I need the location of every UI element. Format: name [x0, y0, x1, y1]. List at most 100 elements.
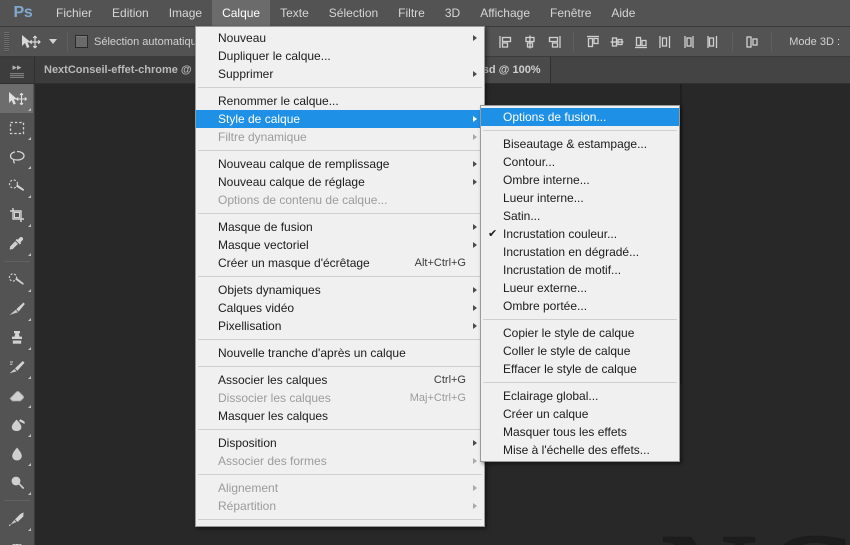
menu-item-satin[interactable]: Satin... — [481, 207, 679, 225]
grip-icon — [10, 72, 24, 78]
menubar-item-calque[interactable]: Calque — [212, 0, 271, 27]
menu-item-copier-le-style-de-calque[interactable]: Copier le style de calque — [481, 324, 679, 342]
menu-item-label: Créer un calque — [503, 407, 589, 421]
menu-item-mise-à-l-échelle-des-effets[interactable]: Mise à l'échelle des effets... — [481, 441, 679, 459]
menu-item-calques-vidéo[interactable]: Calques vidéo — [196, 299, 484, 317]
submenu-arrow-icon — [473, 35, 477, 41]
clone-stamp-tool[interactable] — [0, 323, 33, 352]
align-right-edges-icon[interactable] — [543, 31, 565, 53]
menu-item-label: Options de fusion... — [503, 110, 607, 124]
align-top-edges-icon[interactable] — [582, 31, 604, 53]
move-tool-icon[interactable] — [12, 27, 46, 57]
menubar-item-affichage[interactable]: Affichage — [470, 0, 540, 27]
quick-selection-tool[interactable] — [0, 171, 33, 200]
menubar-item-edition[interactable]: Edition — [102, 0, 159, 27]
menu-item-label: Masque vectoriel — [218, 238, 309, 252]
menu-item-masque-de-fusion[interactable]: Masque de fusion — [196, 218, 484, 236]
submenu-arrow-icon — [473, 71, 477, 77]
pen-tool[interactable] — [0, 504, 33, 533]
menu-item-disposition[interactable]: Disposition — [196, 434, 484, 452]
tool-preset-chevron-down-icon[interactable] — [46, 27, 60, 57]
menu-item-dupliquer-le-calque[interactable]: Dupliquer le calque... — [196, 47, 484, 65]
menu-item-label: Lueur interne... — [503, 191, 584, 205]
menu-item-label: Incrustation de motif... — [503, 263, 622, 277]
align-horizontal-centers-icon[interactable] — [519, 31, 541, 53]
distribute-right-icon[interactable] — [702, 31, 724, 53]
menu-item-incrustation-de-motif[interactable]: Incrustation de motif... — [481, 261, 679, 279]
menu-item-pixellisation[interactable]: Pixellisation — [196, 317, 484, 335]
menu-calque-dropdown[interactable]: Nouveau Dupliquer le calque... Supprimer Re… — [195, 26, 485, 527]
menu-item-créer-un-masque-d-écrêtage[interactable]: Créer un masque d'écrêtage Alt+Ctrl+G — [196, 254, 484, 272]
align-vertical-centers-icon[interactable] — [606, 31, 628, 53]
menu-item-dissocier-les-calques: Dissocier les calques Maj+Ctrl+G — [196, 389, 484, 407]
move-tool[interactable] — [0, 84, 33, 113]
menu-item-nouveau[interactable]: Nouveau — [196, 29, 484, 47]
menu-item-style-de-calque[interactable]: Style de calque — [196, 110, 484, 128]
menu-item-label: Contour... — [503, 155, 556, 169]
spot-healing-brush-tool[interactable] — [0, 265, 33, 294]
auto-select-checkbox[interactable] — [75, 35, 88, 48]
menu-item-renommer-le-calque[interactable]: Renommer le calque... — [196, 92, 484, 110]
align-bottom-edges-icon[interactable] — [630, 31, 652, 53]
menu-item-eclairage-global[interactable]: Eclairage global... — [481, 387, 679, 405]
align-left-edges-icon[interactable] — [495, 31, 517, 53]
eyedropper-tool[interactable] — [0, 229, 33, 258]
menu-item-incrustation-en-dégradé[interactable]: Incrustation en dégradé... — [481, 243, 679, 261]
menu-item-nouveau-calque-de-réglage[interactable]: Nouveau calque de réglage — [196, 173, 484, 191]
panel-collapse-button[interactable]: ▸▸ — [0, 57, 35, 83]
menu-item-contour[interactable]: Contour... — [481, 153, 679, 171]
menu-item-shortcut: Maj+Ctrl+G — [409, 392, 466, 404]
menu-item-coller-le-style-de-calque[interactable]: Coller le style de calque — [481, 342, 679, 360]
menu-item-masque-vectoriel[interactable]: Masque vectoriel — [196, 236, 484, 254]
distribute-center-icon[interactable] — [678, 31, 700, 53]
brush-tool[interactable] — [0, 294, 33, 323]
lasso-tool[interactable] — [0, 142, 33, 171]
menu-item-label: Créer un masque d'écrêtage — [218, 256, 370, 270]
menu-item-lueur-interne[interactable]: Lueur interne... — [481, 189, 679, 207]
menu-item-nouveau-calque-de-remplissage[interactable]: Nouveau calque de remplissage — [196, 155, 484, 173]
menu-separator — [198, 87, 482, 88]
menubar-item-image[interactable]: Image — [159, 0, 212, 27]
menubar-item-filtre[interactable]: Filtre — [388, 0, 435, 27]
menu-item-masquer-les-calques[interactable]: Masquer les calques — [196, 407, 484, 425]
menu-item-masquer-tous-les-effets[interactable]: Masquer tous les effets — [481, 423, 679, 441]
menu-separator — [198, 339, 482, 340]
menubar-item-3d[interactable]: 3D — [435, 0, 470, 27]
menu-item-objets-dynamiques[interactable]: Objets dynamiques — [196, 281, 484, 299]
menu-item-biseautage-estampage[interactable]: Biseautage & estampage... — [481, 135, 679, 153]
menu-item-shortcut: Alt+Ctrl+G — [414, 257, 466, 269]
menubar-item-aide[interactable]: Aide — [601, 0, 645, 27]
rectangular-marquee-tool[interactable] — [0, 113, 33, 142]
menu-item-effacer-le-style-de-calque[interactable]: Effacer le style de calque — [481, 360, 679, 378]
menu-item-associer-les-calques[interactable]: Associer les calques Ctrl+G — [196, 371, 484, 389]
distribute-spacing-icon[interactable] — [741, 31, 763, 53]
menubar-item-s-lection[interactable]: Sélection — [319, 0, 388, 27]
menu-item-lueur-externe[interactable]: Lueur externe... — [481, 279, 679, 297]
blur-tool[interactable] — [0, 439, 33, 468]
submenu-arrow-icon — [473, 242, 477, 248]
menu-item-ombre-portée[interactable]: Ombre portée... — [481, 297, 679, 315]
menu-item-incrustation-couleur[interactable]: ✔ Incrustation couleur... — [481, 225, 679, 243]
menu-item-supprimer[interactable]: Supprimer — [196, 65, 484, 83]
gradient-tool[interactable] — [0, 410, 33, 439]
menu-item-ombre-interne[interactable]: Ombre interne... — [481, 171, 679, 189]
eraser-tool[interactable] — [0, 381, 33, 410]
menubar-item-texte[interactable]: Texte — [270, 0, 319, 27]
menu-item-nouvelle-tranche-d-après-un-calque[interactable]: Nouvelle tranche d'après un calque — [196, 344, 484, 362]
menubar-item-fen-tre[interactable]: Fenêtre — [540, 0, 601, 27]
menu-item-label: Nouveau calque de remplissage — [218, 157, 390, 171]
menu-separator — [198, 213, 482, 214]
submenu-arrow-icon — [473, 134, 477, 140]
dodge-tool[interactable] — [0, 468, 33, 497]
crop-tool[interactable] — [0, 200, 33, 229]
history-brush-tool[interactable] — [0, 352, 33, 381]
type-tool[interactable]: T — [0, 533, 33, 545]
menu-item-label: Nouveau — [218, 31, 267, 45]
menubar-item-fichier[interactable]: Fichier — [46, 0, 102, 27]
menu-separator — [198, 366, 482, 367]
menu-style-de-calque-submenu[interactable]: Options de fusion... Biseautage & estampa… — [480, 105, 680, 462]
options-bar-grip[interactable] — [0, 27, 12, 57]
distribute-left-icon[interactable] — [654, 31, 676, 53]
menu-item-créer-un-calque[interactable]: Créer un calque — [481, 405, 679, 423]
menu-item-options-de-fusion[interactable]: Options de fusion... — [481, 108, 679, 126]
